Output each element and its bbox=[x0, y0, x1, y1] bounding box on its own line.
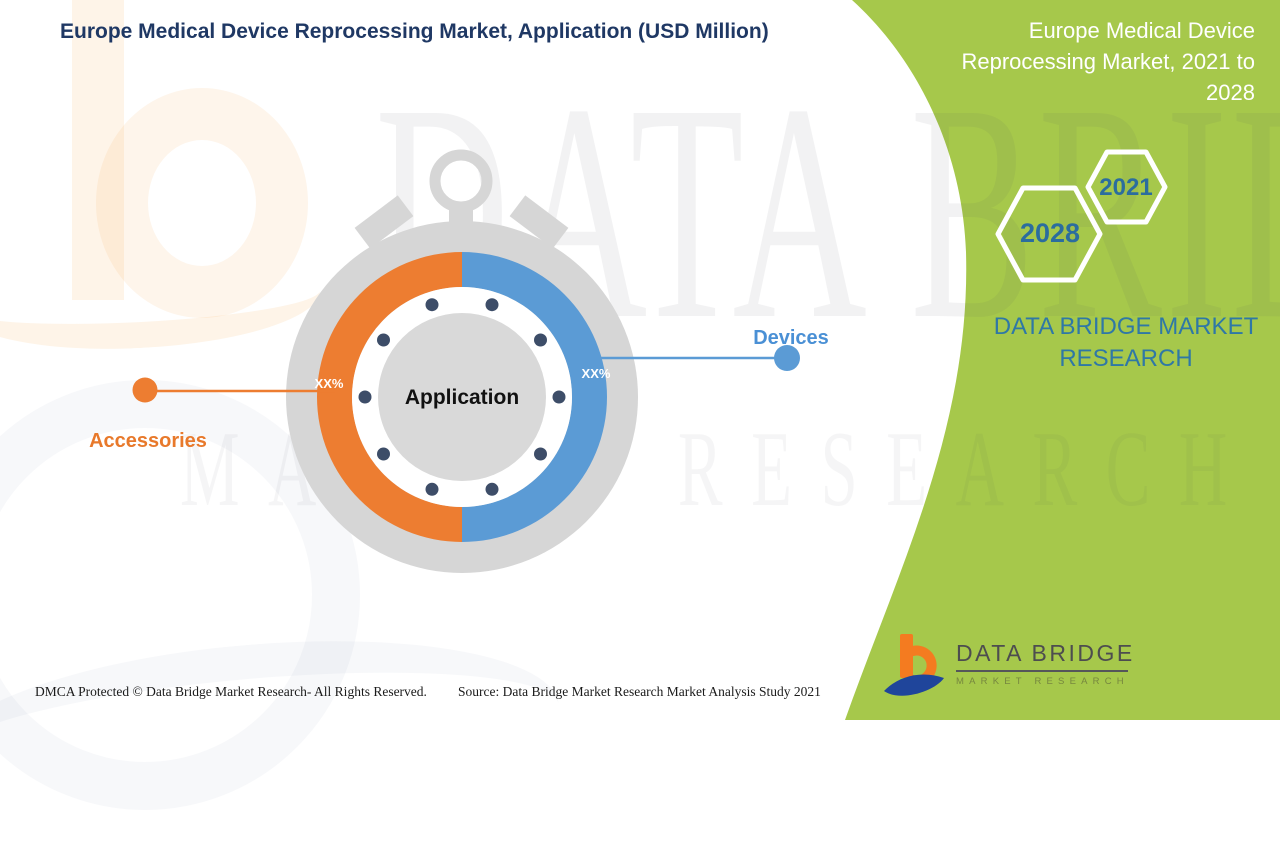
source-note: Source: Data Bridge Market Research Mark… bbox=[458, 684, 821, 700]
dmca-notice: DMCA Protected © Data Bridge Market Rese… bbox=[35, 684, 427, 700]
hexagon-year-2021: 2021 bbox=[1087, 174, 1165, 202]
footer-logo: DATA BRIDGE MARKET RESEARCH bbox=[884, 634, 1144, 706]
data-bridge-b-icon bbox=[884, 634, 948, 702]
footer-logo-name: DATA BRIDGE bbox=[956, 640, 1135, 667]
footer-logo-rule bbox=[956, 670, 1128, 672]
footer-logo-subtitle: MARKET RESEARCH bbox=[956, 676, 1135, 687]
brand-caption: DATA BRIDGE MARKET RESEARCH bbox=[985, 311, 1267, 375]
hexagon-year-2028: 2028 bbox=[999, 218, 1101, 249]
